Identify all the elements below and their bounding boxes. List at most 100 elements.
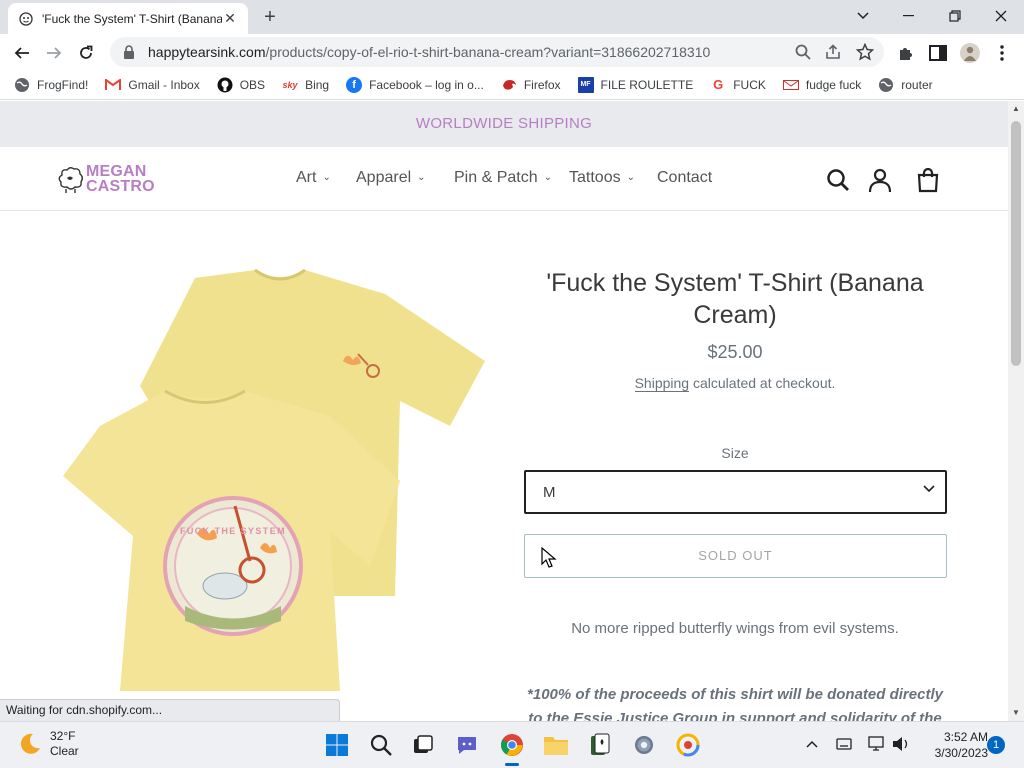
network-icon[interactable]: [868, 736, 886, 752]
chevron-down-icon: ⌄: [626, 172, 635, 183]
bookmark-star-icon[interactable]: [856, 43, 874, 61]
product-image[interactable]: FUCK THE SYSTEM: [55, 266, 485, 696]
address-bar[interactable]: happytearsink.com/products/copy-of-el-ri…: [110, 37, 884, 67]
sheep-logo-icon: [58, 167, 83, 193]
chevron-down-icon: [923, 485, 935, 493]
bookmark-fudge-fuck[interactable]: fudge fuck: [782, 77, 861, 93]
nav-art[interactable]: Art ⌄: [296, 169, 331, 187]
patch-text: FUCK THE SYSTEM: [180, 526, 286, 536]
logo-line-2: CASTRO: [86, 178, 155, 195]
sold-out-button[interactable]: SOLD OUT: [524, 534, 947, 578]
side-panel-icon[interactable]: [928, 43, 948, 63]
nav-contact[interactable]: Contact: [657, 169, 712, 187]
bookmark-gmail[interactable]: Gmail - Inbox: [105, 77, 200, 93]
facebook-icon: f: [346, 76, 363, 93]
bookmark-bing[interactable]: sky Bing: [282, 77, 330, 93]
github-icon: [217, 77, 233, 93]
size-selected-value: M: [543, 483, 556, 501]
cart-icon[interactable]: [915, 167, 941, 193]
notification-badge[interactable]: 1: [987, 736, 1005, 754]
search-icon[interactable]: [794, 43, 812, 61]
bookmark-firefox[interactable]: Firefox: [501, 77, 561, 93]
keyboard-icon[interactable]: [836, 737, 852, 751]
page-viewport: WORLDWIDE SHIPPING MEGAN CASTRO Art ⌄ App…: [0, 101, 1008, 721]
share-icon[interactable]: [824, 43, 842, 61]
bookmark-frogfind[interactable]: FrogFind!: [14, 77, 88, 93]
status-bar: Waiting for cdn.shopify.com...: [0, 699, 340, 721]
extensions-icon[interactable]: [896, 43, 916, 63]
shipping-link[interactable]: Shipping: [634, 375, 690, 392]
firefox-icon: [501, 77, 517, 93]
app-button[interactable]: [673, 730, 703, 760]
announcement-bar[interactable]: WORLDWIDE SHIPPING: [0, 101, 1008, 147]
size-label: Size: [721, 445, 749, 461]
url-path: /products/copy-of-el-rio-t-shirt-banana-…: [265, 44, 711, 60]
product-description: No more ripped butterfly wings from evil…: [571, 620, 899, 637]
scroll-thumb[interactable]: [1011, 121, 1021, 366]
url-domain: happytearsink.com: [148, 44, 266, 60]
tab-title: 'Fuck the System' T-Shirt (Banana: [42, 11, 222, 26]
forward-button[interactable]: [40, 39, 68, 67]
start-button[interactable]: [322, 730, 352, 760]
minimize-button[interactable]: [886, 4, 932, 28]
bookmark-facebook[interactable]: f Facebook – log in o...: [346, 76, 484, 93]
file-explorer-button[interactable]: [541, 730, 571, 760]
nav-tattoos[interactable]: Tattoos ⌄: [569, 169, 635, 187]
nav-apparel[interactable]: Apparel ⌄: [356, 169, 426, 187]
lock-icon: [124, 45, 134, 59]
weather-temp: 32°F: [50, 729, 76, 743]
tab-search-icon[interactable]: [840, 4, 886, 28]
mouse-cursor-icon: [541, 547, 557, 568]
search-icon[interactable]: [825, 167, 851, 193]
settings-button[interactable]: [629, 730, 659, 760]
browser-tab[interactable]: 'Fuck the System' T-Shirt (Banana ✕: [8, 3, 248, 34]
shipping-note: Shipping calculated at checkout.: [634, 375, 836, 392]
gmail-icon: [105, 77, 122, 93]
chevron-down-icon: ⌄: [543, 172, 552, 183]
chevron-down-icon: ⌄: [417, 172, 426, 183]
taskbar-clock[interactable]: 3:52 AM 3/30/2023: [918, 729, 988, 761]
scroll-up-arrow-icon[interactable]: ▲: [1008, 101, 1024, 117]
donation-note: *100% of the proceeds of this shirt will…: [527, 686, 943, 721]
volume-icon[interactable]: [891, 736, 911, 752]
tray-expand-icon[interactable]: [806, 740, 818, 748]
sky-icon: sky: [282, 79, 298, 90]
back-button[interactable]: [8, 39, 36, 67]
product-price: $25.00: [707, 342, 763, 362]
scroll-down-arrow-icon[interactable]: ▼: [1008, 705, 1024, 721]
ring-app-icon: [676, 733, 700, 757]
site-logo[interactable]: MEGAN CASTRO: [56, 163, 155, 195]
bookmarks-bar: FrogFind! Gmail - Inbox OBS sky Bing f F…: [0, 70, 1024, 100]
globe-icon: [14, 77, 30, 93]
menu-icon[interactable]: [992, 43, 1012, 63]
profile-avatar[interactable]: [960, 43, 980, 63]
bookmark-fuck[interactable]: G FUCK: [710, 77, 766, 93]
close-window-button[interactable]: [978, 4, 1024, 28]
site-header: MEGAN CASTRO Art ⌄ Apparel ⌄ Pin & Patch ⌄ …: [0, 147, 1008, 211]
moon-icon: [20, 733, 40, 754]
new-tab-button[interactable]: +: [258, 6, 282, 30]
solitaire-button[interactable]: [585, 730, 615, 760]
teams-chat-button[interactable]: [452, 730, 482, 760]
page-scrollbar[interactable]: ▲ ▼: [1008, 101, 1024, 721]
nav-pin-patch[interactable]: Pin & Patch ⌄: [454, 169, 552, 187]
bookmark-file-roulette[interactable]: MF FILE ROULETTE: [577, 76, 693, 93]
weather-condition: Clear: [50, 744, 79, 758]
tab-close-icon[interactable]: ✕: [222, 10, 238, 27]
task-view-button[interactable]: [408, 730, 438, 760]
size-select[interactable]: M: [524, 470, 947, 514]
weather-widget[interactable]: 32°F Clear: [18, 729, 79, 759]
product-title: 'Fuck the System' T-Shirt (Banana Cream): [546, 269, 924, 329]
reload-button[interactable]: [72, 39, 100, 67]
folder-icon: [544, 737, 568, 755]
browser-toolbar: happytearsink.com/products/copy-of-el-ri…: [0, 34, 1024, 70]
chrome-taskbar-button[interactable]: [497, 730, 527, 766]
taskbar-search[interactable]: [366, 730, 396, 760]
bookmark-obs[interactable]: OBS: [217, 77, 265, 93]
account-icon[interactable]: [867, 167, 893, 193]
chrome-icon: [501, 734, 523, 756]
restore-button[interactable]: [932, 4, 978, 28]
bookmark-router[interactable]: router: [878, 77, 933, 93]
mail-icon: [782, 77, 799, 93]
site-favicon-icon: [19, 11, 33, 26]
